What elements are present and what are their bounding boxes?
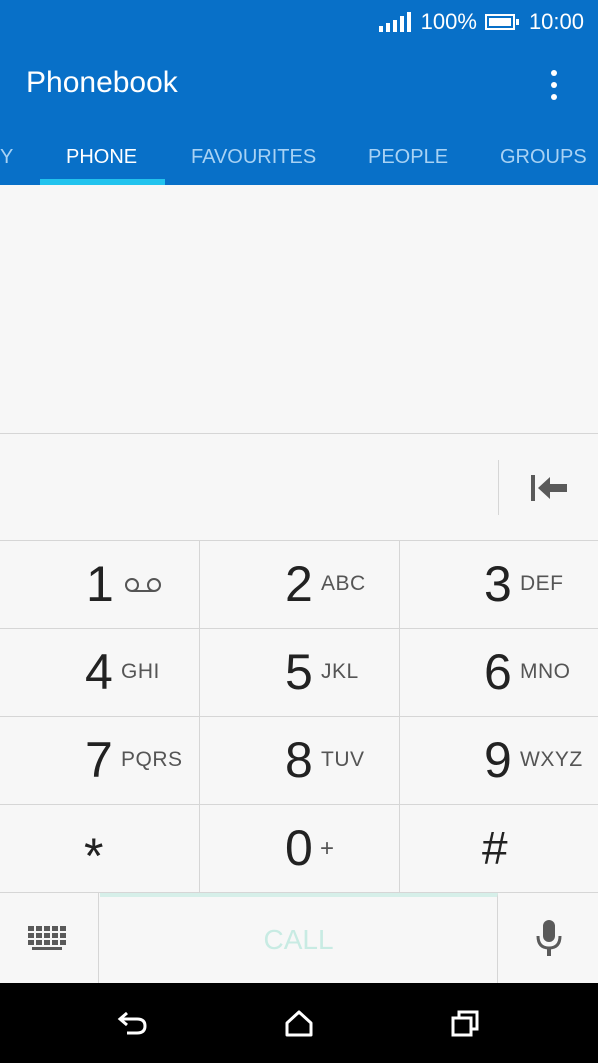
- tab-phone[interactable]: PHONE: [66, 146, 137, 169]
- key-5[interactable]: 5 JKL: [200, 629, 400, 717]
- backspace-icon[interactable]: [500, 435, 598, 540]
- key-hash[interactable]: #: [400, 805, 598, 893]
- key-digit: 0: [285, 820, 313, 876]
- status-time: 10:00: [528, 9, 584, 34]
- dialer-actions: CALL: [0, 893, 598, 983]
- signal-icon: [378, 12, 411, 32]
- call-suggestions-area: [0, 185, 598, 434]
- key-4[interactable]: 4 GHI: [0, 629, 200, 717]
- key-digit: 4: [85, 644, 113, 700]
- recents-icon[interactable]: [445, 1003, 485, 1043]
- battery-icon: [484, 14, 519, 30]
- more-vert-icon[interactable]: [534, 62, 574, 108]
- key-9[interactable]: 9 WXYZ: [400, 717, 598, 805]
- keyboard-icon[interactable]: [0, 893, 99, 983]
- key-letters: TUV: [321, 748, 365, 771]
- number-entry-row: [0, 435, 598, 541]
- battery-level-fill: [488, 18, 511, 26]
- app-header: 100% 10:00 Phonebook Y PHONE FAVOURITES …: [0, 0, 598, 185]
- key-letters: ABC: [321, 572, 366, 595]
- key-8[interactable]: 8 TUV: [200, 717, 400, 805]
- key-2[interactable]: 2 ABC: [200, 541, 400, 629]
- tab-groups[interactable]: GROUPS: [500, 146, 587, 169]
- app-title: Phonebook: [26, 66, 178, 99]
- key-letters: PQRS: [121, 748, 183, 771]
- call-button[interactable]: CALL: [100, 893, 498, 983]
- key-letters: JKL: [321, 660, 359, 683]
- key-letters: GHI: [121, 660, 160, 683]
- key-star[interactable]: *: [0, 805, 200, 893]
- key-digit: 5: [285, 644, 313, 700]
- battery-percentage: 100%: [420, 9, 477, 34]
- tab-bar: Y PHONE FAVOURITES PEOPLE GROUPS: [0, 132, 598, 185]
- key-letters: DEF: [520, 572, 564, 595]
- key-digit: 7: [85, 732, 113, 788]
- key-digit: 2: [285, 556, 313, 612]
- status-indicators: 100% 10:00: [378, 9, 584, 35]
- back-icon[interactable]: [113, 1003, 153, 1043]
- key-digit: 1: [86, 556, 114, 612]
- key-digit: #: [482, 822, 508, 874]
- key-1[interactable]: 1: [0, 541, 200, 629]
- key-digit: 9: [484, 732, 512, 788]
- key-letters: WXYZ: [520, 748, 583, 771]
- key-6[interactable]: 6 MNO: [400, 629, 598, 717]
- microphone-icon[interactable]: [499, 893, 598, 983]
- key-digit: 8: [285, 732, 313, 788]
- number-divider: [498, 460, 499, 515]
- voicemail-icon: [124, 577, 162, 598]
- key-letters: +: [320, 835, 335, 862]
- tab-favourites[interactable]: FAVOURITES: [191, 146, 316, 169]
- key-3[interactable]: 3 DEF: [400, 541, 598, 629]
- phone-number-field[interactable]: [0, 435, 498, 540]
- key-digit: 6: [484, 644, 512, 700]
- key-digit: 3: [484, 556, 512, 612]
- status-bar: 100% 10:00: [0, 0, 598, 44]
- system-nav-bar: [0, 983, 598, 1063]
- dial-pad: 1 2 ABC 3 DEF 4 GHI 5 JKL 6 MNO 7 PQRS 8…: [0, 541, 598, 893]
- key-digit: *: [84, 828, 104, 884]
- key-letters: MNO: [520, 660, 571, 683]
- tab-history[interactable]: Y: [0, 146, 13, 169]
- home-icon[interactable]: [279, 1003, 319, 1043]
- key-7[interactable]: 7 PQRS: [0, 717, 200, 805]
- tab-people[interactable]: PEOPLE: [368, 146, 448, 169]
- key-0[interactable]: 0 +: [200, 805, 400, 893]
